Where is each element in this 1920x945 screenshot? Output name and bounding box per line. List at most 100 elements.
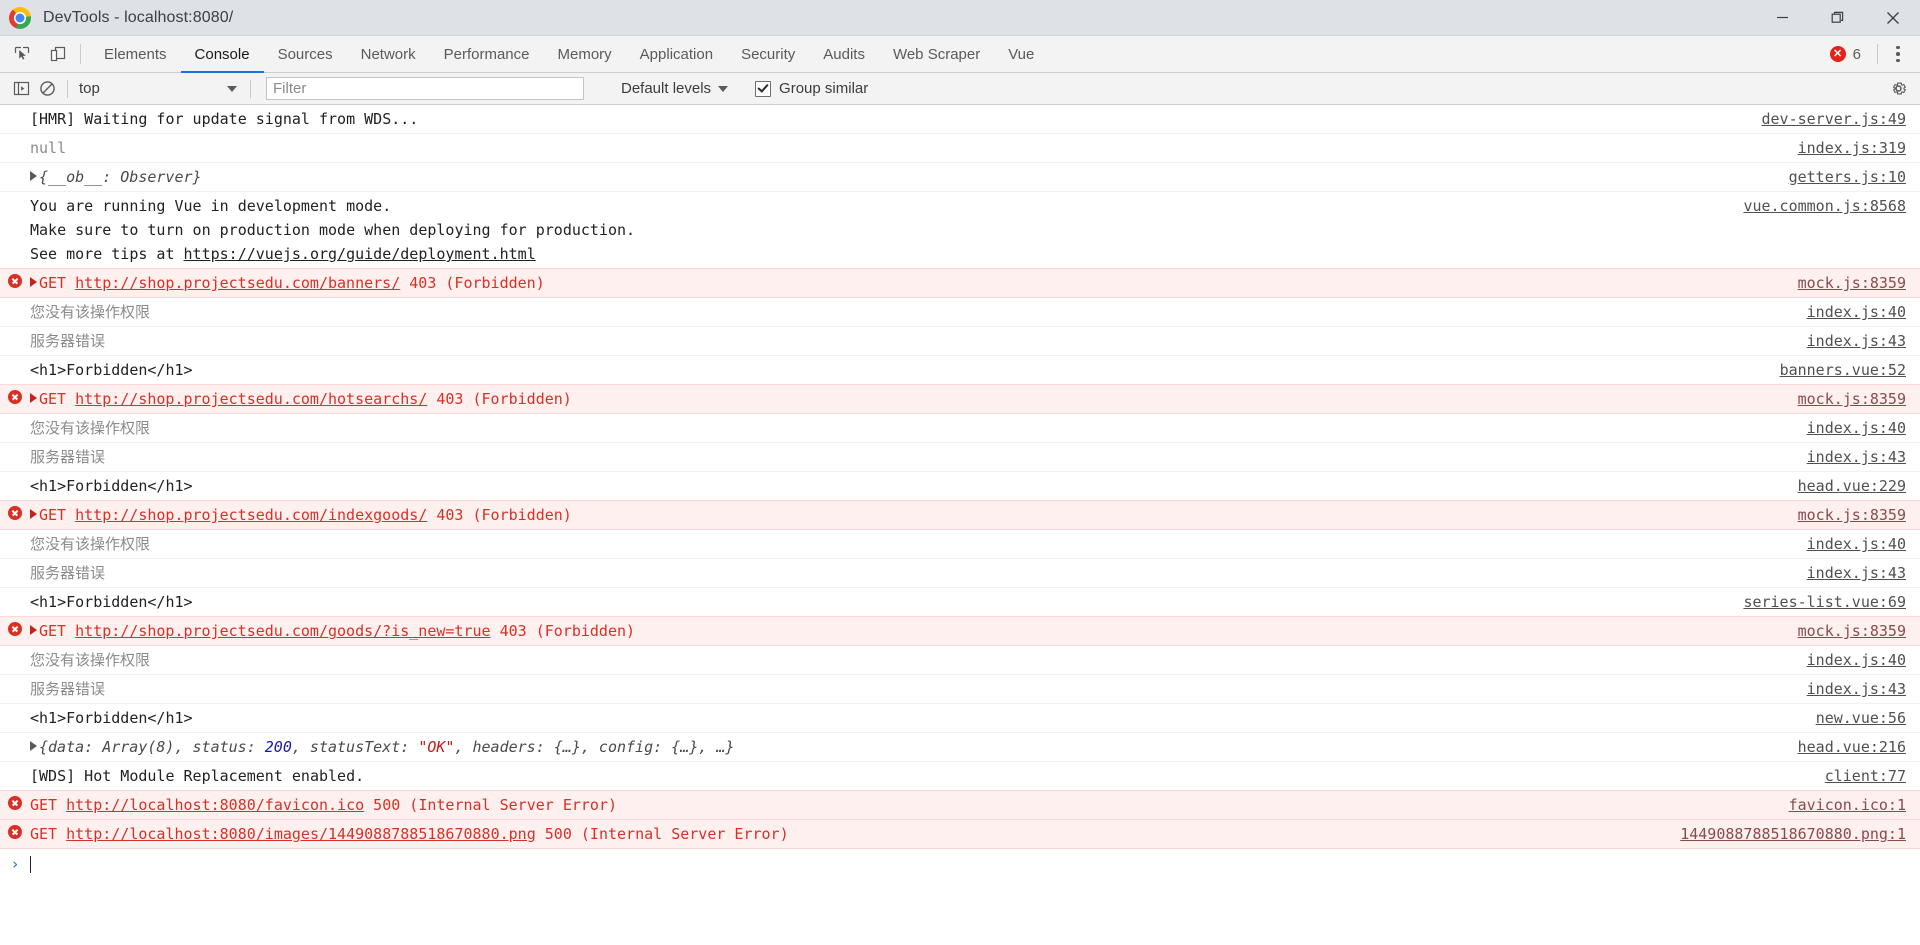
console-message-text: GET http://shop.projectsedu.com/indexgoo… <box>39 503 1798 527</box>
console-row[interactable]: {data: Array(8), status: 200, statusText… <box>0 733 1920 762</box>
group-similar-checkbox[interactable] <box>755 80 772 97</box>
console-prompt[interactable]: › <box>0 849 1920 877</box>
console-row[interactable]: [WDS] Hot Module Replacement enabled. cl… <box>0 762 1920 791</box>
tab-audits[interactable]: Audits <box>809 36 879 72</box>
tab-web-scraper[interactable]: Web Scraper <box>879 36 994 72</box>
source-link[interactable]: head.vue:216 <box>1798 735 1920 759</box>
console-row-error[interactable]: GET http://localhost:8080/images/1449088… <box>0 819 1920 849</box>
console-row[interactable]: 您没有该操作权限 index.js:40 <box>0 414 1920 443</box>
tab-application[interactable]: Application <box>626 36 727 72</box>
request-url-link[interactable]: http://shop.projectsedu.com/indexgoods/ <box>75 506 427 524</box>
console-row-error[interactable]: GET http://shop.projectsedu.com/indexgoo… <box>0 500 1920 530</box>
console-row[interactable]: 服务器错误 index.js:43 <box>0 675 1920 704</box>
console-row[interactable]: 服务器错误 index.js:43 <box>0 559 1920 588</box>
console-message-list[interactable]: [HMR] Waiting for update signal from WDS… <box>0 105 1920 945</box>
source-link[interactable]: head.vue:229 <box>1798 474 1920 498</box>
kebab-menu-icon[interactable] <box>1884 40 1912 68</box>
source-link[interactable]: index.js:40 <box>1807 648 1920 672</box>
inspect-element-icon[interactable] <box>9 41 35 67</box>
http-status: 403 (Forbidden) <box>436 506 572 524</box>
source-link[interactable]: series-list.vue:69 <box>1743 590 1920 614</box>
console-row[interactable]: 服务器错误 index.js:43 <box>0 443 1920 472</box>
console-row-error[interactable]: GET http://shop.projectsedu.com/banners/… <box>0 268 1920 298</box>
request-url-link[interactable]: http://shop.projectsedu.com/hotsearchs/ <box>75 390 427 408</box>
console-row-error[interactable]: GET http://shop.projectsedu.com/goods/?i… <box>0 616 1920 646</box>
console-row[interactable]: <h1>Forbidden</h1> banners.vue:52 <box>0 356 1920 385</box>
prompt-caret-icon: › <box>10 855 20 873</box>
console-row[interactable]: {__ob__: Observer} getters.js:10 <box>0 163 1920 192</box>
close-button[interactable] <box>1865 0 1920 35</box>
console-row-error[interactable]: GET http://shop.projectsedu.com/hotsearc… <box>0 384 1920 414</box>
source-link[interactable]: mock.js:8359 <box>1798 387 1920 411</box>
console-row[interactable]: 服务器错误 index.js:43 <box>0 327 1920 356</box>
filter-input[interactable] <box>266 77 584 100</box>
source-link[interactable]: new.vue:56 <box>1816 706 1920 730</box>
source-link[interactable]: banners.vue:52 <box>1780 358 1920 382</box>
expand-triangle-icon[interactable] <box>30 171 37 181</box>
console-row[interactable]: <h1>Forbidden</h1> series-list.vue:69 <box>0 588 1920 617</box>
expand-triangle-icon[interactable] <box>30 625 37 635</box>
execution-context-selector[interactable]: top <box>75 78 243 100</box>
request-url-link[interactable]: http://localhost:8080/favicon.ico <box>66 796 364 814</box>
log-levels-selector[interactable]: Default levels <box>616 78 733 99</box>
toggle-device-toolbar-icon[interactable] <box>45 41 71 67</box>
request-url-link[interactable]: http://shop.projectsedu.com/goods/?is_ne… <box>75 622 490 640</box>
source-link[interactable]: index.js:40 <box>1807 532 1920 556</box>
console-row[interactable]: 您没有该操作权限 index.js:40 <box>0 530 1920 559</box>
external-link[interactable]: https://vuejs.org/guide/deployment.html <box>184 245 536 263</box>
source-link[interactable]: dev-server.js:49 <box>1762 107 1920 131</box>
source-link[interactable]: index.js:319 <box>1798 136 1920 160</box>
expand-triangle-icon[interactable] <box>30 277 37 287</box>
request-url-link[interactable]: http://shop.projectsedu.com/banners/ <box>75 274 400 292</box>
tab-security[interactable]: Security <box>727 36 809 72</box>
tab-network[interactable]: Network <box>347 36 430 72</box>
tab-performance[interactable]: Performance <box>430 36 544 72</box>
source-link[interactable]: mock.js:8359 <box>1798 503 1920 527</box>
row-gutter <box>0 271 30 288</box>
console-row-error[interactable]: GET http://localhost:8080/favicon.ico 50… <box>0 790 1920 820</box>
source-link[interactable]: mock.js:8359 <box>1798 619 1920 643</box>
console-row[interactable]: <h1>Forbidden</h1> head.vue:229 <box>0 472 1920 501</box>
source-link[interactable]: index.js:43 <box>1807 561 1920 585</box>
console-row[interactable]: 您没有该操作权限 index.js:40 <box>0 298 1920 327</box>
console-row[interactable]: null index.js:319 <box>0 134 1920 163</box>
gear-icon[interactable] <box>1884 75 1912 103</box>
console-row[interactable]: <h1>Forbidden</h1> new.vue:56 <box>0 704 1920 733</box>
source-link[interactable]: client:77 <box>1825 764 1920 788</box>
group-similar-toggle[interactable]: Group similar <box>755 80 868 97</box>
source-link[interactable]: 1449088788518670880.png:1 <box>1680 822 1920 846</box>
expand-triangle-icon[interactable] <box>30 393 37 403</box>
tab-sources[interactable]: Sources <box>264 36 347 72</box>
http-method: GET <box>39 622 67 640</box>
tab-elements[interactable]: Elements <box>90 36 181 72</box>
source-link[interactable]: index.js:43 <box>1807 329 1920 353</box>
source-link[interactable]: favicon.ico:1 <box>1789 793 1920 817</box>
source-link[interactable]: index.js:40 <box>1807 300 1920 324</box>
console-message-text: 服务器错误 <box>30 680 106 698</box>
clear-console-icon[interactable] <box>34 76 60 102</box>
row-gutter <box>0 329 30 332</box>
tab-console[interactable]: Console <box>180 36 264 73</box>
source-link[interactable]: index.js:43 <box>1807 445 1920 469</box>
console-message-text: [HMR] Waiting for update signal from WDS… <box>30 110 419 128</box>
minimize-button[interactable] <box>1755 0 1810 35</box>
maximize-restore-button[interactable] <box>1810 0 1865 35</box>
tab-memory[interactable]: Memory <box>544 36 626 72</box>
expand-triangle-icon[interactable] <box>30 509 37 519</box>
source-link[interactable]: vue.common.js:8568 <box>1743 194 1920 218</box>
console-row[interactable]: 您没有该操作权限 index.js:40 <box>0 646 1920 675</box>
request-url-link[interactable]: http://localhost:8080/images/14490887885… <box>66 825 536 843</box>
error-count-badge[interactable]: ✕ 6 <box>1820 46 1871 63</box>
source-link[interactable]: getters.js:10 <box>1789 165 1920 189</box>
expand-triangle-icon[interactable] <box>30 741 37 751</box>
source-link[interactable]: mock.js:8359 <box>1798 271 1920 295</box>
console-row[interactable]: You are running Vue in development mode.… <box>0 192 1920 269</box>
show-console-sidebar-icon[interactable] <box>8 76 34 102</box>
prompt-cursor <box>30 855 31 873</box>
tab-vue[interactable]: Vue <box>994 36 1048 72</box>
row-gutter <box>0 136 30 139</box>
source-link[interactable]: index.js:40 <box>1807 416 1920 440</box>
console-row[interactable]: [HMR] Waiting for update signal from WDS… <box>0 105 1920 134</box>
http-status: 403 (Forbidden) <box>499 622 636 640</box>
source-link[interactable]: index.js:43 <box>1807 677 1920 701</box>
